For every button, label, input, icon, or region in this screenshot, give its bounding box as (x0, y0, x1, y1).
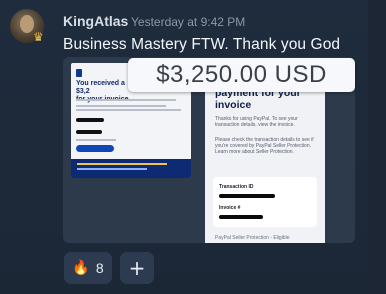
transaction-id-label: Transaction ID (219, 184, 254, 190)
redaction-bar (219, 215, 263, 219)
fire-icon: 🔥 (72, 260, 90, 276)
author-name[interactable]: KingAtlas (63, 13, 128, 29)
add-reaction-button[interactable]: + (120, 252, 154, 284)
seller-protection-label: PayPal Seller Protection - Eligible (215, 235, 290, 241)
paypal-screenshot-right: payment for your invoice Thanks for usin… (205, 79, 325, 243)
avatar-face (20, 15, 34, 33)
promo-line (77, 168, 147, 170)
text-line (76, 99, 176, 101)
message-text: Business Mastery FTW. Thank you God (63, 36, 341, 53)
invoice-label: Invoice # (219, 205, 241, 211)
text-line (76, 109, 181, 111)
fire-reaction-button[interactable]: 🔥 8 (64, 252, 112, 284)
promo-footer (71, 159, 191, 178)
view-invoice-button (76, 145, 114, 152)
redaction-bar (76, 118, 104, 122)
crown-icon: ♛ (33, 30, 44, 44)
text-line (76, 105, 166, 107)
paypal-logo-icon (76, 69, 82, 77)
amount-overlay: $3,250.00 USD (128, 58, 355, 92)
plus-icon: + (128, 256, 146, 280)
redaction-bar (76, 130, 102, 134)
scroll-gutter (368, 0, 386, 294)
text-line (76, 139, 116, 141)
protection-text: Please check the transaction details to … (215, 137, 314, 155)
thanks-text: Thanks for using PayPal. To see your tra… (215, 116, 298, 128)
reaction-count: 8 (95, 260, 104, 276)
promo-line (77, 163, 167, 165)
message-timestamp: Yesterday at 9:42 PM (131, 15, 246, 29)
redaction-bar (219, 194, 275, 198)
